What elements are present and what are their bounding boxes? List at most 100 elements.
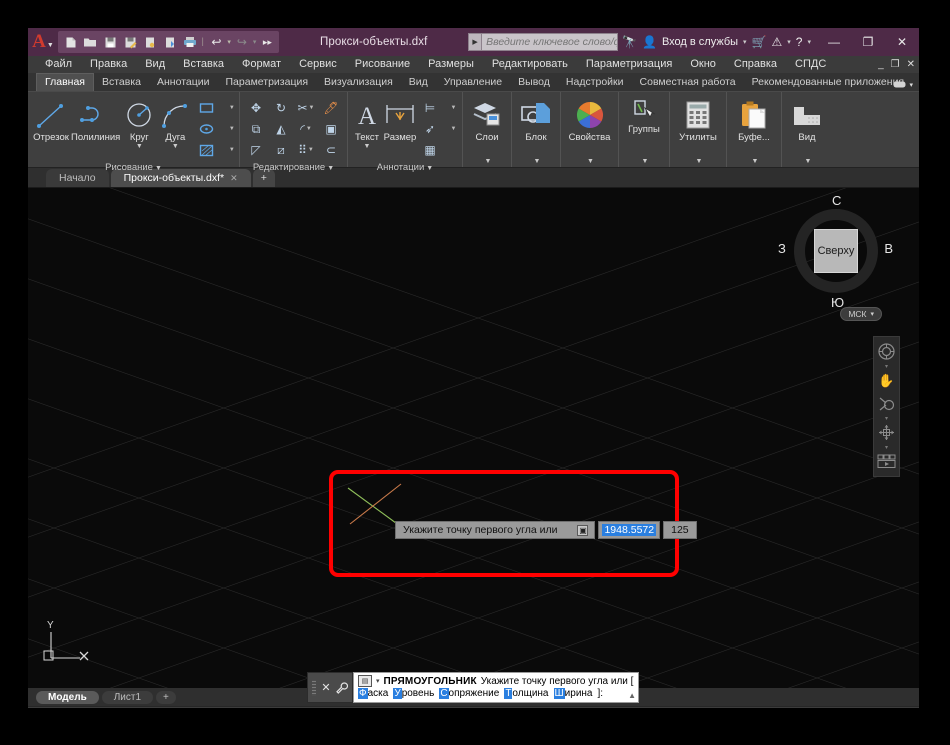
view-cube[interactable]: Сверху С В Ю З	[778, 193, 893, 310]
panel-utilities-dropdown[interactable]: ▼	[672, 154, 724, 167]
menu-item-6[interactable]: Рисование	[346, 56, 419, 73]
compass-north-label[interactable]: С	[832, 193, 841, 208]
compass-east-label[interactable]: В	[884, 241, 893, 256]
tool-line[interactable]: Отрезок	[33, 96, 69, 143]
tool-table[interactable]: ⊨	[419, 98, 441, 118]
save-as-icon[interactable]	[121, 33, 139, 51]
ucs-selector-button[interactable]: МСК ▾	[840, 307, 882, 321]
chevron-down-icon[interactable]: ▼	[155, 165, 162, 172]
tab-glavnaya[interactable]: Главная	[36, 73, 94, 91]
command-option-sopryazhenie[interactable]: Сопряжение	[439, 688, 499, 699]
new-file-icon[interactable]	[61, 33, 79, 51]
tab-spds-2019[interactable]: СПДС 2019	[912, 74, 919, 91]
tool-table-grid[interactable]: ▦	[419, 140, 441, 160]
cart-icon[interactable]: 🛒	[752, 35, 767, 49]
tab-rekomendovannye-prilozheniya[interactable]: Рекомендованные приложения	[744, 74, 913, 91]
tool-stretch[interactable]: ◸	[244, 140, 268, 160]
signin-label[interactable]: Вход в службы	[662, 36, 738, 48]
autocad-logo-icon[interactable]: A ▼	[28, 29, 58, 55]
tool-ellipse[interactable]	[194, 119, 218, 139]
command-line-box[interactable]: ▤ ▾ ПРЯМОУГОЛЬНИК Укажите точку первого …	[353, 672, 639, 703]
panel-annotation-label[interactable]: Аннотации ▼	[350, 161, 460, 174]
command-option-shirina[interactable]: Ширина	[553, 688, 593, 699]
dynamic-input-expand-icon[interactable]: ▣	[577, 524, 589, 536]
help-icon[interactable]: ?	[796, 35, 803, 49]
panel-block-dropdown[interactable]: ▼	[514, 154, 558, 167]
dynamic-input-y-field[interactable]: 125	[663, 521, 697, 539]
tool-clipboard[interactable]: Буфе...	[732, 96, 776, 143]
tab-upravlenie[interactable]: Управление	[436, 74, 510, 91]
menu-item-9[interactable]: Параметризация	[577, 56, 681, 73]
layout-tab-model[interactable]: Модель	[36, 690, 99, 704]
chevron-down-icon[interactable]: ▼	[172, 143, 179, 150]
plot-preview-icon[interactable]	[141, 33, 159, 51]
doc-close-button[interactable]: ✕	[907, 59, 915, 70]
tab-vid[interactable]: Вид	[401, 74, 436, 91]
command-option-uroven[interactable]: Уровень	[393, 688, 434, 699]
menu-item-1[interactable]: Правка	[81, 56, 136, 73]
pan-hand-icon[interactable]: ✋	[874, 369, 899, 392]
panel-modify-label[interactable]: Редактирование ▼	[242, 161, 345, 174]
panel-groups-dropdown[interactable]: ▼	[621, 154, 667, 167]
command-option-faska[interactable]: Фаска	[358, 688, 388, 699]
tool-arc[interactable]: Дуга ▼	[158, 96, 192, 150]
tool-offset[interactable]: ⊂	[319, 140, 343, 160]
menu-item-0[interactable]: Файл	[36, 56, 81, 73]
command-prompt-icon[interactable]: ▤	[358, 675, 372, 687]
view-cube-face[interactable]: Сверху	[814, 229, 858, 273]
drag-handle-icon[interactable]	[312, 679, 317, 696]
print-icon[interactable]	[181, 33, 199, 51]
open-folder-icon[interactable]	[81, 33, 99, 51]
wrench-icon[interactable]	[335, 681, 348, 694]
save-icon[interactable]	[101, 33, 119, 51]
steering-wheel-icon[interactable]	[874, 340, 899, 363]
menu-item-8[interactable]: Редактировать	[483, 56, 577, 73]
redo-icon[interactable]: ↪	[233, 33, 251, 51]
doc-minimize-button[interactable]: _	[878, 59, 884, 70]
tool-rectangle[interactable]	[194, 98, 218, 118]
tool-groups[interactable]: Группы	[624, 96, 664, 135]
menu-item-4[interactable]: Формат	[233, 56, 290, 73]
panel-clipboard-dropdown[interactable]: ▼	[729, 154, 779, 167]
tool-hatch[interactable]	[194, 140, 218, 160]
tab-vizualizaciya[interactable]: Визуализация	[316, 74, 401, 91]
tool-mirror[interactable]: ◭	[269, 119, 293, 139]
tab-parametrizaciya[interactable]: Параметризация	[218, 74, 317, 91]
tool-erase[interactable]: 🖊	[319, 98, 343, 118]
command-line-handle[interactable]: ✕	[307, 672, 353, 703]
minimize-button[interactable]: —	[817, 28, 851, 56]
search-dropdown-icon[interactable]: ▶	[469, 34, 483, 50]
menu-item-10[interactable]: Окно	[681, 56, 725, 73]
menu-item-2[interactable]: Вид	[136, 56, 174, 73]
dynamic-input-x-field[interactable]: 1948.5572	[598, 521, 661, 539]
chevron-down-icon[interactable]: ▼	[327, 165, 334, 172]
command-line-window[interactable]: ✕ ▤ ▾ ПРЯМОУГОЛЬНИК Укажите точку первог…	[307, 672, 639, 703]
tool-block[interactable]: Блок	[517, 96, 555, 143]
menu-item-7[interactable]: Размеры	[419, 56, 483, 73]
layout-tab-sheet1[interactable]: Лист1	[101, 690, 154, 704]
autodesk-triangle-icon[interactable]: ⚠	[772, 35, 783, 49]
chevron-down-icon[interactable]: ▼	[136, 143, 143, 150]
tab-vstavka[interactable]: Вставка	[94, 74, 149, 91]
chevron-down-icon[interactable]: ▾	[870, 310, 874, 318]
chevron-down-icon[interactable]: ▾	[376, 677, 380, 685]
menu-item-11[interactable]: Справка	[725, 56, 786, 73]
undo-dropdown-icon[interactable]: ▾	[227, 38, 231, 46]
binoculars-icon[interactable]: 🔭	[622, 35, 637, 49]
panel-properties-dropdown[interactable]: ▼	[563, 154, 616, 167]
table-dropdown-icon[interactable]: ▼	[442, 98, 464, 118]
orbit-icon[interactable]	[874, 421, 899, 444]
tool-view[interactable]: Вид	[787, 96, 827, 143]
publish-icon[interactable]	[161, 33, 179, 51]
chevron-down-icon[interactable]: ▾	[909, 81, 913, 89]
person-icon[interactable]: 👤	[642, 35, 657, 49]
tool-explode[interactable]: ▣	[319, 119, 343, 139]
tool-copy[interactable]: ⧉	[244, 119, 268, 139]
tool-rotate[interactable]: ↻	[269, 98, 293, 118]
autodesk-dropdown-icon[interactable]: ▾	[787, 38, 791, 46]
qat-more-icon[interactable]: ▸▸	[258, 33, 276, 51]
tool-layers[interactable]: Слои	[468, 96, 506, 143]
help-dropdown-icon[interactable]: ▾	[807, 38, 811, 46]
doc-restore-button[interactable]: ❐	[891, 59, 900, 70]
drawing-canvas[interactable]: Укажите точку первого угла или ▣ 1948.55…	[28, 188, 919, 688]
